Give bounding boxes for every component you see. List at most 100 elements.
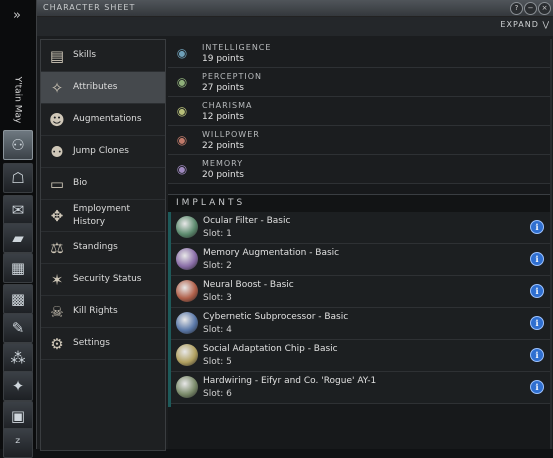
nav-item-jump-clones[interactable]: ⚉ Jump Clones bbox=[41, 136, 165, 168]
help-icon[interactable]: ? bbox=[510, 2, 523, 15]
info-icon[interactable]: i bbox=[530, 380, 544, 394]
implant-slot: Slot: 1 bbox=[203, 229, 232, 239]
implant-slot: Slot: 2 bbox=[203, 261, 232, 271]
nav-item-label: Standings bbox=[73, 242, 118, 252]
implant-name: Memory Augmentation - Basic bbox=[203, 248, 340, 258]
journal-icon: ✎ bbox=[11, 318, 25, 337]
window-title: CHARACTER SHEET bbox=[43, 3, 136, 12]
map-icon: ⁂ bbox=[10, 348, 26, 367]
assets-icon: ▦ bbox=[10, 258, 26, 277]
charisma-icon: ◉ bbox=[176, 104, 188, 118]
info-icon[interactable]: i bbox=[530, 316, 544, 330]
chevron-down-icon: ⋁ bbox=[542, 20, 550, 29]
attribute-value: 12 points bbox=[202, 112, 244, 122]
implant-row[interactable]: Neural Boost - Basic Slot: 3 i bbox=[171, 276, 552, 308]
nav-item-label: Attributes bbox=[73, 82, 118, 92]
nav-item-label: Jump Clones bbox=[73, 146, 129, 156]
window-titlebar[interactable]: CHARACTER SHEET ? − × bbox=[37, 0, 553, 17]
security-status-icon: ✶ bbox=[50, 270, 64, 289]
scrollbar[interactable] bbox=[550, 39, 552, 449]
neocom-mail-button[interactable]: ✉ bbox=[3, 195, 33, 225]
implant-slot: Slot: 4 bbox=[203, 325, 232, 335]
ocular-filter-implant-icon bbox=[176, 216, 198, 238]
neocom-market-button[interactable]: ▩ bbox=[3, 284, 33, 314]
implants-title: IMPLANTS bbox=[176, 198, 246, 208]
neocom-expand-button[interactable]: » bbox=[0, 0, 34, 30]
neocom-map-button[interactable]: ⁂ bbox=[3, 343, 33, 373]
attribute-value: 19 points bbox=[202, 54, 244, 64]
neocom-charsheet-button[interactable]: ⚇ bbox=[3, 130, 33, 160]
neocom-journal-button[interactable]: ✎ bbox=[3, 313, 33, 343]
cybernetic-subprocessor-implant-icon bbox=[176, 312, 198, 334]
nav-item-label: Kill Rights bbox=[73, 306, 118, 316]
people-places-icon: ☖ bbox=[11, 168, 25, 187]
close-icon[interactable]: × bbox=[538, 2, 551, 15]
info-icon[interactable]: i bbox=[530, 284, 544, 298]
implant-row[interactable]: Cybernetic Subprocessor - Basic Slot: 4 i bbox=[171, 308, 552, 340]
attribute-name: WILLPOWER bbox=[202, 130, 260, 139]
implant-row[interactable]: Memory Augmentation - Basic Slot: 2 i bbox=[171, 244, 552, 276]
jump-clones-icon: ⚉ bbox=[50, 142, 64, 161]
nav-item-augmentations[interactable]: ☻ Augmentations bbox=[41, 104, 165, 136]
neocom-sleep-button[interactable]: ᶻ bbox=[3, 428, 33, 458]
attributes-panel: ◉ INTELLIGENCE 19 points ◉ PERCEPTION 27 poin… bbox=[168, 39, 552, 449]
nav-item-attributes[interactable]: ✧ Attributes bbox=[41, 72, 165, 104]
notepad-icon: ▰ bbox=[12, 228, 24, 247]
attributes-icon: ✧ bbox=[50, 78, 64, 97]
attribute-row-perception: ◉ PERCEPTION 27 points bbox=[168, 68, 552, 97]
skills-book-icon: ▤ bbox=[49, 46, 65, 65]
attribute-row-intelligence: ◉ INTELLIGENCE 19 points bbox=[168, 39, 552, 68]
sleep-icon: ᶻ bbox=[15, 433, 21, 452]
nav-item-security-status[interactable]: ✶ Security Status bbox=[41, 264, 165, 296]
mail-icon: ✉ bbox=[11, 200, 25, 219]
implant-name: Ocular Filter - Basic bbox=[203, 216, 291, 226]
market-icon: ▩ bbox=[10, 289, 26, 308]
implant-slot: Slot: 3 bbox=[203, 293, 232, 303]
social-adaptation-chip-implant-icon bbox=[176, 344, 198, 366]
neocom-notepad-button[interactable]: ▰ bbox=[3, 223, 33, 253]
character-name: Y'tain May bbox=[0, 70, 34, 130]
implant-name: Social Adaptation Chip - Basic bbox=[203, 344, 338, 354]
nav-item-employment-history[interactable]: ✥ Employment History bbox=[41, 200, 165, 232]
implant-row[interactable]: Social Adaptation Chip - Basic Slot: 5 i bbox=[171, 340, 552, 372]
expand-button[interactable]: EXPAND ⋁ bbox=[500, 20, 550, 29]
implant-list: Ocular Filter - Basic Slot: 1 i Memory Augm… bbox=[168, 212, 552, 449]
standings-icon: ⚖ bbox=[50, 238, 64, 257]
neocom-fitting-button[interactable]: ▣ bbox=[3, 401, 33, 431]
info-icon[interactable]: i bbox=[530, 348, 544, 362]
neocom-assets-button[interactable]: ▦ bbox=[3, 253, 33, 283]
character-name-label: Y'tain May bbox=[12, 76, 22, 124]
implant-slot: Slot: 6 bbox=[203, 389, 232, 399]
corporation-icon: ✦ bbox=[11, 376, 25, 395]
implants-header: IMPLANTS bbox=[168, 194, 552, 213]
character-sheet-window: CHARACTER SHEET ? − × EXPAND ⋁ ▤ Skills ✧ A… bbox=[36, 0, 553, 451]
attribute-name: PERCEPTION bbox=[202, 72, 263, 81]
attribute-row-charisma: ◉ CHARISMA 12 points bbox=[168, 97, 552, 126]
willpower-icon: ◉ bbox=[176, 133, 188, 147]
nav-item-label: Bio bbox=[73, 178, 88, 188]
kill-rights-icon: ☠ bbox=[50, 302, 64, 321]
attribute-value: 20 points bbox=[202, 170, 244, 180]
employment-history-icon: ✥ bbox=[50, 206, 64, 225]
nav-item-standings[interactable]: ⚖ Standings bbox=[41, 232, 165, 264]
implant-name: Neural Boost - Basic bbox=[203, 280, 294, 290]
perception-icon: ◉ bbox=[176, 75, 188, 89]
nav-item-label: Security Status bbox=[73, 274, 142, 284]
implant-row[interactable]: Ocular Filter - Basic Slot: 1 i bbox=[171, 212, 552, 244]
neocom-people-button[interactable]: ☖ bbox=[3, 163, 33, 193]
settings-icon: ⚙ bbox=[50, 334, 64, 353]
nav-item-settings[interactable]: ⚙ Settings bbox=[41, 328, 165, 360]
minimize-icon[interactable]: − bbox=[524, 2, 537, 15]
nav-item-skills[interactable]: ▤ Skills bbox=[41, 40, 165, 72]
nav-item-kill-rights[interactable]: ☠ Kill Rights bbox=[41, 296, 165, 328]
attribute-name: INTELLIGENCE bbox=[202, 43, 272, 52]
neocom-corporation-button[interactable]: ✦ bbox=[3, 371, 33, 401]
implant-row[interactable]: Hardwiring - Eifyr and Co. 'Rogue' AY-1 S… bbox=[171, 372, 552, 404]
info-icon[interactable]: i bbox=[530, 252, 544, 266]
info-icon[interactable]: i bbox=[530, 220, 544, 234]
neocom-sidebar: » Y'tain May ⚇ ☖ ✉ ▰ ▦ ▩ ✎ ⁂ ✦ ▣ ᶻ bbox=[0, 0, 37, 458]
attribute-row-memory: ◉ MEMORY 20 points bbox=[168, 155, 552, 184]
character-sheet-icon: ⚇ bbox=[11, 135, 25, 154]
attribute-value: 22 points bbox=[202, 141, 244, 151]
nav-item-bio[interactable]: ▭ Bio bbox=[41, 168, 165, 200]
